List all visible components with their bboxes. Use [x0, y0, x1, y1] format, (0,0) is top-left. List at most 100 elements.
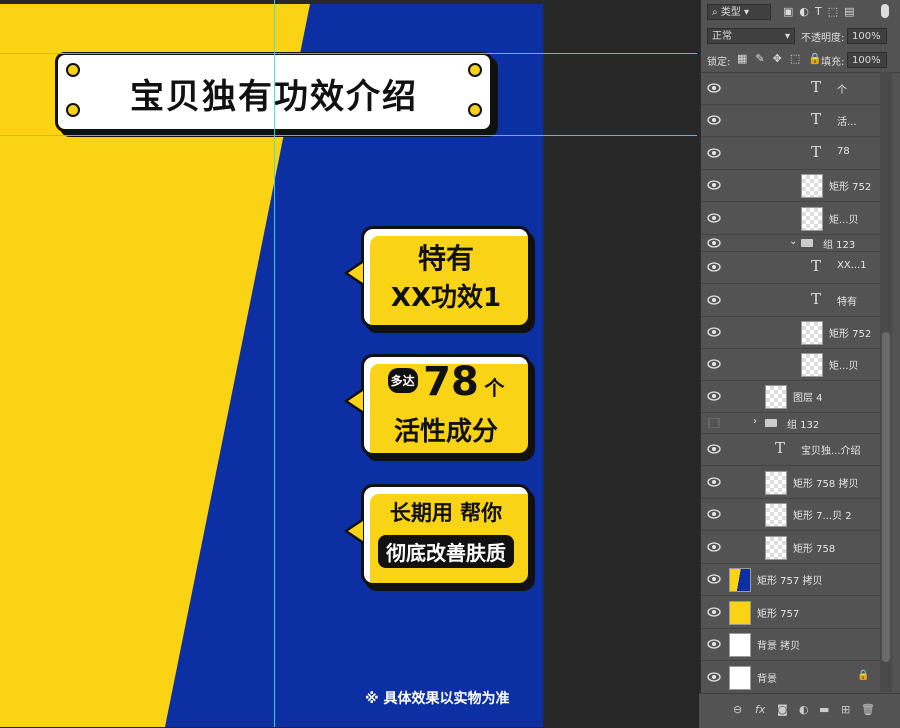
visibility-eye-icon[interactable] — [707, 237, 721, 248]
new-layer-icon[interactable]: ⊞ — [841, 703, 850, 716]
layer-row[interactable]: T XX...1 — [701, 251, 881, 284]
opacity-input[interactable]: 100% — [847, 28, 887, 44]
delete-icon[interactable]: 🗑 — [861, 703, 875, 716]
document-workspace[interactable]: 宝贝独有功效介绍 特有 XX功效1 多达 78 个 活性成分 长期用 帮你 彻底… — [0, 0, 697, 727]
layer-name[interactable]: 特有 — [837, 293, 857, 308]
bubble2-number: 78 — [423, 359, 479, 405]
visibility-eye-icon[interactable] — [707, 115, 721, 125]
layer-filter-bar: ⌕ 类型 ▾ ▣◐T⬚▤ — [701, 0, 900, 25]
scrollbar-thumb[interactable] — [882, 332, 890, 662]
layer-name[interactable]: 矩形 752 — [829, 325, 871, 340]
layer-name[interactable]: 组 132 — [787, 416, 819, 431]
layer-name[interactable]: 组 123 — [823, 236, 855, 251]
layer-row[interactable]: 矩...贝 — [701, 348, 881, 381]
layer-row[interactable]: ⌄ 组 123 — [701, 234, 881, 252]
horizontal-guide[interactable] — [0, 53, 697, 54]
blend-mode-select[interactable]: 正常 ▾ — [707, 28, 795, 44]
layer-row[interactable]: 矩形 757 拷贝 — [701, 563, 881, 596]
layer-row[interactable]: 背景 拷贝 — [701, 628, 881, 661]
layers-list[interactable]: T 个 T 活... T 78 矩形 752 矩...贝 ⌄ 组 123 T XX...1 T 特有 矩形 … — [701, 72, 881, 692]
visibility-eye-icon[interactable] — [707, 639, 721, 649]
fill-label: 填充: — [821, 57, 845, 68]
layer-name[interactable]: 矩...贝 — [829, 357, 859, 372]
layer-thumbnail — [801, 353, 823, 377]
layer-row[interactable]: 矩形 757 — [701, 595, 881, 629]
layer-name[interactable]: 矩形 757 — [757, 605, 799, 620]
layer-row[interactable]: 矩形 752 — [701, 169, 881, 202]
layer-name[interactable]: XX...1 — [837, 260, 867, 271]
layer-name[interactable]: 矩...贝 — [829, 211, 859, 226]
layer-name[interactable]: 78 — [837, 146, 850, 157]
lock-icons[interactable]: ▦✎✥⬚🔒 — [737, 52, 830, 65]
visibility-eye-icon[interactable] — [707, 476, 721, 487]
adjustment-icon[interactable]: ◐ — [799, 703, 809, 716]
layer-name[interactable]: 矩形 752 — [829, 178, 871, 193]
visibility-eye-icon[interactable] — [707, 509, 721, 519]
layer-name[interactable]: 图层 4 — [793, 389, 823, 404]
mask-icon[interactable]: ◙ — [777, 703, 788, 716]
group-expand-chevron-icon[interactable]: › — [753, 416, 757, 427]
vertical-guide[interactable] — [274, 0, 275, 727]
layer-thumbnail — [729, 665, 751, 690]
visibility-eye-icon[interactable] — [707, 606, 721, 617]
visibility-eye-icon[interactable] — [707, 574, 721, 584]
fill-input[interactable]: 100% — [847, 52, 887, 68]
horizontal-guide[interactable] — [0, 135, 697, 136]
layer-row[interactable]: T 宝贝独...介绍 — [701, 433, 881, 466]
layer-row[interactable]: 矩形 752 — [701, 316, 881, 349]
visibility-eye-icon[interactable] — [707, 294, 721, 305]
visibility-eye-icon[interactable] — [707, 147, 721, 158]
group-expand-chevron-icon[interactable]: ⌄ — [789, 236, 797, 247]
design-canvas[interactable]: 宝贝独有功效介绍 特有 XX功效1 多达 78 个 活性成分 长期用 帮你 彻底… — [0, 4, 543, 727]
layer-row[interactable]: T 活... — [701, 104, 881, 137]
layer-name[interactable]: 矩形 757 拷贝 — [757, 572, 822, 587]
layer-name[interactable]: 背景 拷贝 — [757, 637, 800, 652]
layers-scrollbar[interactable] — [880, 72, 892, 692]
layer-name[interactable]: 矩形 758 拷贝 — [793, 475, 858, 490]
link-icon[interactable]: ⊖ — [733, 703, 742, 716]
visibility-eye-icon[interactable] — [707, 391, 721, 401]
layer-name[interactable]: 矩形 7...贝 2 — [793, 507, 852, 522]
layer-thumbnail — [729, 600, 751, 625]
filter-toggle-icon[interactable] — [881, 4, 889, 18]
layer-name[interactable]: 活... — [837, 113, 857, 128]
text-layer-icon: T — [811, 289, 822, 308]
layer-thumbnail — [729, 568, 751, 592]
bubble3-line2: 彻底改善肤质 — [378, 535, 514, 568]
bubble2-badge: 多达 — [387, 368, 418, 393]
layer-row[interactable]: 背景 🔒 — [701, 660, 881, 692]
layer-name[interactable]: 矩形 758 — [793, 540, 835, 555]
filter-kind-select[interactable]: ⌕ 类型 ▾ — [707, 4, 771, 20]
layer-name[interactable]: 个 — [837, 81, 847, 96]
layer-row[interactable]: 矩形 7...贝 2 — [701, 498, 881, 531]
layer-row[interactable]: T个 — [701, 72, 881, 105]
group-icon[interactable]: ▬ — [819, 703, 829, 716]
layer-name[interactable]: 宝贝独...介绍 — [801, 442, 861, 457]
visibility-eye-icon[interactable] — [707, 327, 721, 337]
layer-row[interactable]: 图层 4 — [701, 380, 881, 413]
visibility-eye-icon[interactable] — [707, 444, 721, 454]
blend-mode-value: 正常 — [712, 31, 732, 42]
layer-row[interactable]: 矩...贝 — [701, 201, 881, 235]
visibility-eye-icon[interactable] — [707, 262, 721, 272]
layer-row[interactable]: › 组 132 — [701, 412, 881, 434]
feature-bubble-3: 长期用 帮你 彻底改善肤质 — [344, 484, 531, 586]
visibility-eye-icon[interactable] — [707, 83, 721, 93]
visibility-eye-icon[interactable] — [707, 541, 721, 552]
layer-row[interactable]: 矩形 758 拷贝 — [701, 465, 881, 499]
layer-thumbnail — [729, 633, 751, 657]
bubble1-line2: XX功效1 — [390, 283, 502, 313]
layers-panel: ⌕ 类型 ▾ ▣◐T⬚▤ 正常 ▾ 不透明度: 100% 锁定: ▦✎✥⬚🔒 填充… — [699, 0, 900, 727]
layer-row[interactable]: T 特有 — [701, 283, 881, 317]
layer-row[interactable]: T 78 — [701, 136, 881, 170]
filter-icons[interactable]: ▣◐T⬚▤ — [783, 5, 861, 18]
layer-name[interactable]: 背景 — [757, 670, 777, 685]
filter-kind-label: 类型 — [720, 7, 741, 18]
visibility-eye-icon[interactable] — [707, 180, 721, 190]
visibility-eye-icon[interactable] — [707, 417, 721, 428]
visibility-eye-icon[interactable] — [707, 212, 721, 223]
visibility-eye-icon[interactable] — [707, 671, 721, 682]
layer-row[interactable]: 矩形 758 — [701, 530, 881, 564]
fx-icon[interactable]: fx — [755, 703, 765, 716]
visibility-eye-icon[interactable] — [707, 359, 721, 369]
